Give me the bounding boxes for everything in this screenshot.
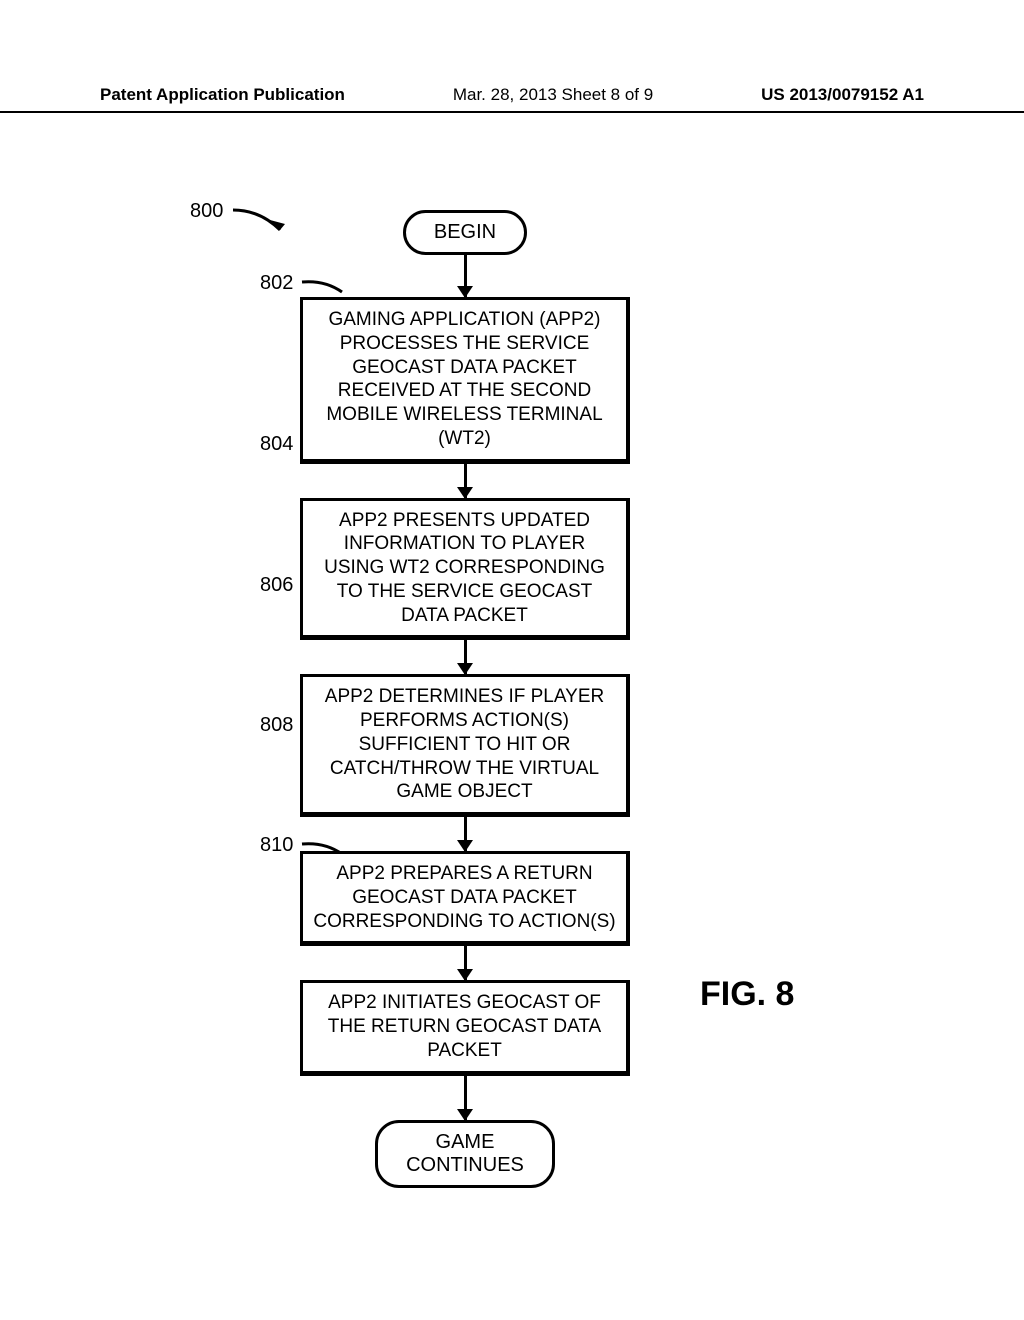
terminal-end-line2: CONTINUES	[406, 1154, 524, 1177]
process-box-810: APP2 INITIATES GEOCAST OF THE RETURN GEO…	[300, 980, 630, 1075]
flow-arrow-icon	[464, 464, 467, 498]
ref-label-804: 804	[260, 433, 293, 456]
terminal-begin: BEGIN	[403, 210, 527, 255]
header-publication-number: US 2013/0079152 A1	[761, 85, 924, 105]
figure-label: FIG. 8	[700, 975, 794, 1014]
process-box-806: APP2 DETERMINES IF PLAYER PERFORMS ACTIO…	[300, 674, 630, 817]
terminal-end: GAME CONTINUES	[375, 1120, 555, 1188]
leader-arrow-icon	[230, 200, 300, 240]
flow-arrow-icon	[464, 640, 467, 674]
process-box-808: APP2 PREPARES A RETURN GEOCAST DATA PACK…	[300, 851, 630, 946]
ref-label-800: 800	[190, 200, 223, 223]
header-date-sheet: Mar. 28, 2013 Sheet 8 of 9	[453, 85, 653, 105]
ref-label-810: 810	[260, 834, 293, 857]
ref-label-808: 808	[260, 714, 293, 737]
flow-arrow-icon	[464, 817, 467, 851]
process-box-802: GAMING APPLICATION (APP2) PROCESSES THE …	[300, 297, 630, 464]
flow-arrow-icon	[464, 946, 467, 980]
ref-label-806: 806	[260, 574, 293, 597]
flow-arrow-icon	[464, 1076, 467, 1120]
header-publication-type: Patent Application Publication	[100, 85, 345, 105]
process-box-804: APP2 PRESENTS UPDATED INFORMATION TO PLA…	[300, 498, 630, 641]
terminal-end-line1: GAME	[406, 1131, 524, 1154]
ref-label-802: 802	[260, 272, 293, 295]
flow-arrow-icon	[464, 255, 467, 297]
page-header: Patent Application Publication Mar. 28, …	[0, 85, 1024, 113]
